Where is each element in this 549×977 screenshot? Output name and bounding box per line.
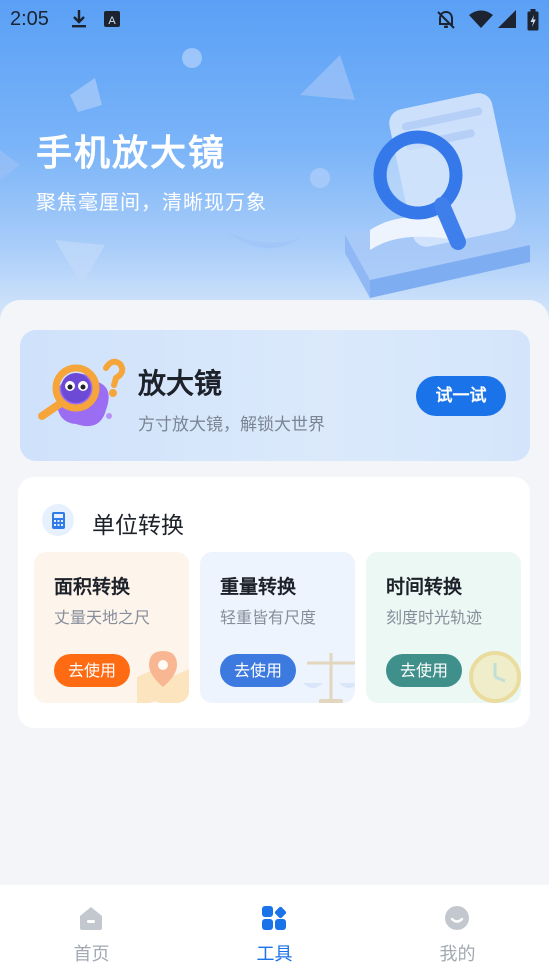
tab-home[interactable]: 首页 — [0, 885, 183, 977]
unit-conversion-title: 单位转换 — [92, 513, 184, 539]
magnifier-mascot-icon — [38, 358, 126, 427]
tile-subtitle: 刻度时光轨迹 — [386, 608, 483, 627]
home-icon — [80, 907, 102, 930]
app-notification-icon: A — [104, 11, 120, 27]
status-bar: 2:05 A — [0, 0, 549, 38]
tile-subtitle: 轻重皆有尺度 — [220, 608, 317, 627]
map-pin-icon — [137, 651, 189, 703]
hero-banner: 2:05 A 手机放大镜 聚焦毫厘间，清晰现万象 — [0, 0, 549, 330]
notifications-off-icon — [437, 10, 455, 29]
tile-title: 重量转换 — [220, 576, 297, 598]
tab-label: 首页 — [73, 944, 110, 965]
magnifier-document-illustration — [345, 93, 530, 298]
tab-label: 工具 — [256, 944, 293, 965]
time-use-button[interactable]: 去使用 — [386, 654, 462, 687]
hero-subtitle: 聚焦毫厘间，清晰现万象 — [36, 190, 267, 214]
tools-grid-icon — [262, 906, 287, 930]
weight-conversion-tile[interactable]: 重量转换 轻重皆有尺度 去使用 — [200, 552, 355, 703]
tab-tools[interactable]: 工具 — [183, 885, 366, 977]
area-use-button[interactable]: 去使用 — [54, 654, 130, 687]
svg-text:A: A — [108, 15, 116, 27]
scale-icon — [303, 653, 355, 703]
signal-icon — [498, 10, 516, 28]
tab-label: 我的 — [439, 944, 476, 965]
tab-profile[interactable]: 我的 — [366, 885, 549, 977]
hero-title: 手机放大镜 — [36, 133, 227, 174]
wifi-icon — [469, 10, 493, 28]
time-conversion-tile[interactable]: 时间转换 刻度时光轨迹 去使用 — [366, 552, 521, 703]
area-conversion-tile[interactable]: 面积转换 丈量天地之尺 去使用 — [34, 552, 189, 703]
weight-use-button[interactable]: 去使用 — [220, 654, 296, 687]
tile-subtitle: 丈量天地之尺 — [54, 608, 151, 627]
bottom-tab-bar: 首页 工具 我的 — [0, 885, 549, 977]
try-button[interactable]: 试一试 — [416, 376, 506, 416]
clock-icon — [469, 651, 521, 703]
tile-title: 面积转换 — [54, 576, 131, 598]
magnifier-card-subtitle: 方寸放大镜，解锁大世界 — [138, 415, 325, 435]
status-time: 2:05 — [10, 8, 49, 30]
profile-icon — [445, 906, 469, 930]
magnifier-card-title: 放大镜 — [138, 367, 223, 400]
calculator-icon — [42, 504, 74, 536]
battery-icon — [527, 9, 539, 31]
tile-title: 时间转换 — [386, 576, 463, 598]
download-icon — [72, 10, 86, 28]
